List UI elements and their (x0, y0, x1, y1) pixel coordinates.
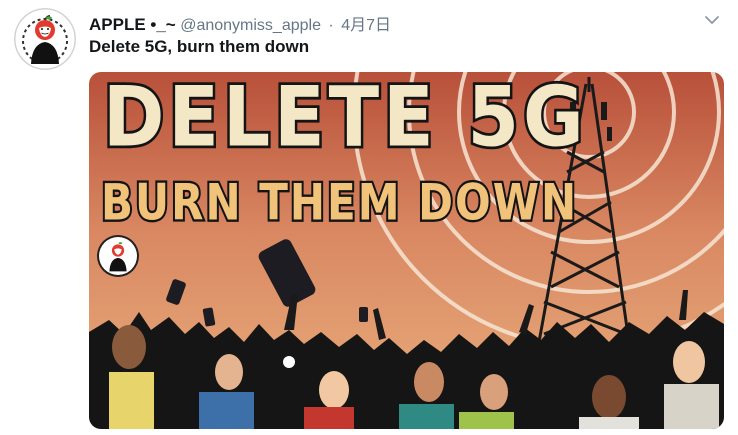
poster-title: DELETE 5G (101, 72, 588, 166)
tweet-date[interactable]: 4月7日 (341, 17, 391, 34)
tweet-card: APPLE •_~ @anonymiss_apple · 4月7日 Delete… (0, 0, 738, 435)
anonymous-mask-apple-icon (14, 8, 76, 70)
profile-avatar[interactable] (14, 8, 76, 70)
display-name[interactable]: APPLE •_~ (89, 15, 176, 34)
poster-subtitle: BURN THEM DOWN (99, 173, 579, 232)
tweet-header: APPLE •_~ @anonymiss_apple · 4月7日 (89, 11, 718, 34)
separator-dot: · (328, 17, 334, 34)
chevron-down-icon[interactable] (704, 12, 720, 28)
tweet-text: Delete 5G, burn them down (89, 37, 310, 56)
user-handle[interactable]: @anonymiss_apple (180, 17, 321, 34)
anonymous-mask-apple-icon (99, 237, 137, 275)
tweet-image[interactable]: DELETE 5G BURN THEM DOWN (89, 72, 724, 429)
